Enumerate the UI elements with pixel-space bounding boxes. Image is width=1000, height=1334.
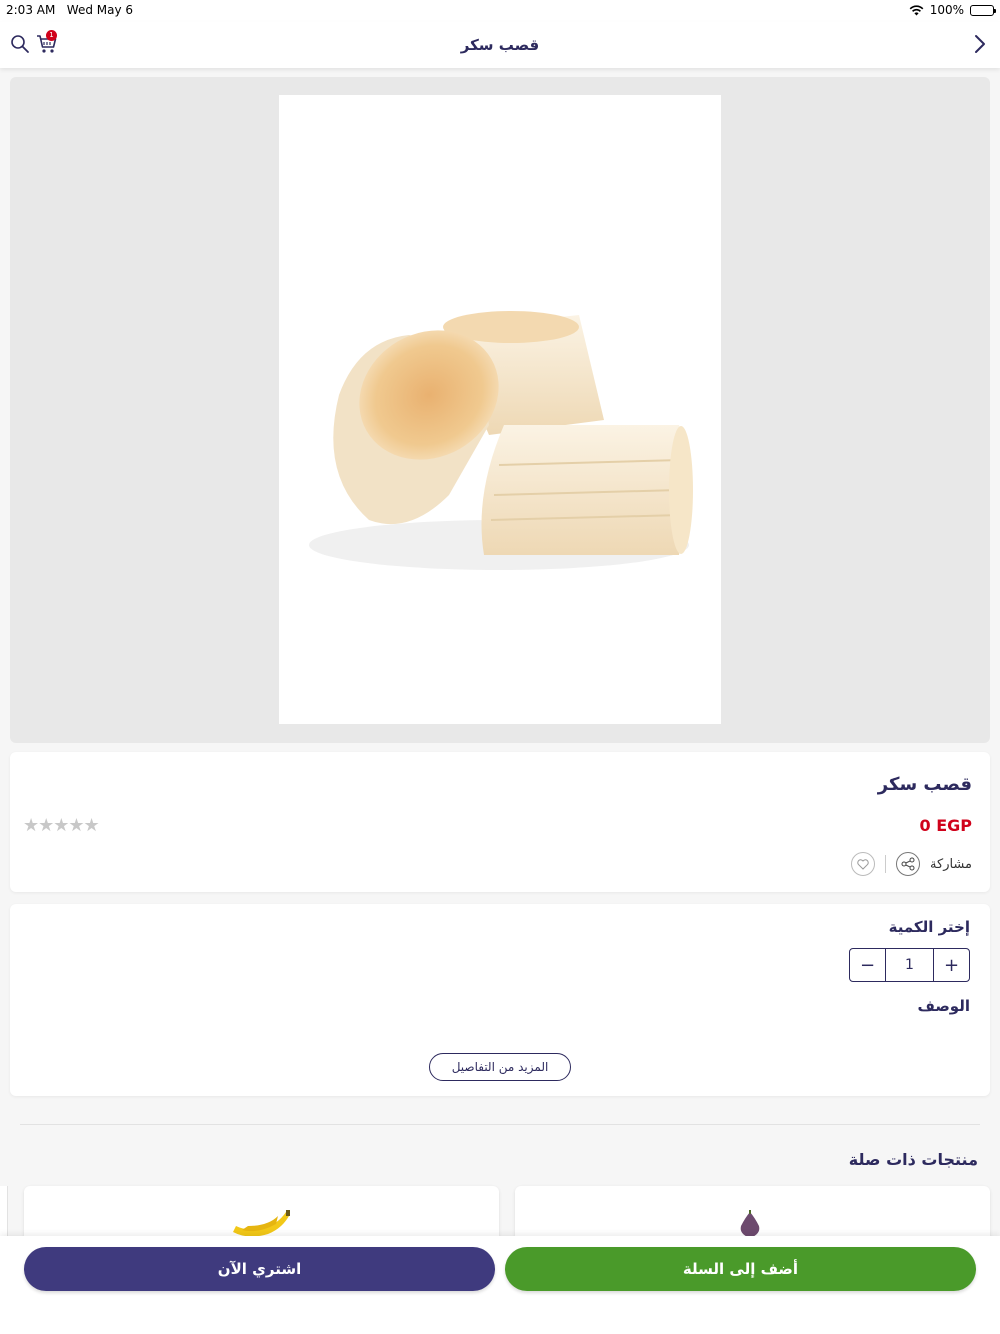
quantity-label: إختر الكمية <box>888 918 970 936</box>
product-name: قصب سكر <box>877 774 972 795</box>
section-divider <box>20 1124 980 1125</box>
battery-percent: 100% <box>929 3 964 17</box>
share-icon <box>901 857 915 871</box>
more-details-button[interactable]: المزيد من التفاصيل <box>429 1053 571 1081</box>
status-right: 100% <box>909 3 996 17</box>
increment-button[interactable]: + <box>934 949 969 981</box>
share-divider <box>885 855 887 873</box>
share-row: مشاركة <box>851 852 972 876</box>
quantity-value[interactable]: 1 <box>885 949 934 981</box>
product-image[interactable] <box>279 95 721 724</box>
quantity-card: إختر الكمية − 1 + الوصف المزيد من التفاص… <box>10 904 990 1096</box>
product-info-card: قصب سكر ★★★★★ 0 EGP مشاركة <box>10 752 990 892</box>
decrement-button[interactable]: − <box>850 949 885 981</box>
wifi-icon <box>909 4 924 15</box>
quantity-stepper: − 1 + <box>849 948 970 982</box>
product-price: 0 EGP <box>919 816 973 835</box>
rating-stars[interactable]: ★★★★★ <box>23 815 100 836</box>
nav-bar: 1 قصب سكر <box>0 22 1000 68</box>
related-products-title: منتجات ذات صلة <box>848 1150 978 1169</box>
product-image-area <box>10 77 990 743</box>
status-time: 2:03 AM Wed May 6 <box>6 3 133 17</box>
description-label: الوصف <box>917 997 970 1015</box>
buy-now-button[interactable]: اشتري الآن <box>24 1247 495 1291</box>
add-to-cart-button[interactable]: أضف إلى السلة <box>505 1247 976 1291</box>
status-date: Wed May 6 <box>66 3 134 17</box>
status-bar: 2:03 AM Wed May 6 100% <box>0 0 1000 22</box>
sugarcane-image <box>309 311 693 570</box>
status-clock: 2:03 AM <box>6 3 56 17</box>
favorite-button[interactable] <box>851 852 876 876</box>
heart-icon <box>857 858 869 870</box>
chevron-right-icon[interactable] <box>972 33 988 55</box>
bottom-action-bar: اشتري الآن أضف إلى السلة <box>0 1236 1000 1334</box>
share-label[interactable]: مشاركة <box>930 857 972 872</box>
share-button[interactable] <box>896 852 921 876</box>
battery-icon <box>970 4 996 16</box>
page-title: قصب سكر <box>460 36 540 54</box>
